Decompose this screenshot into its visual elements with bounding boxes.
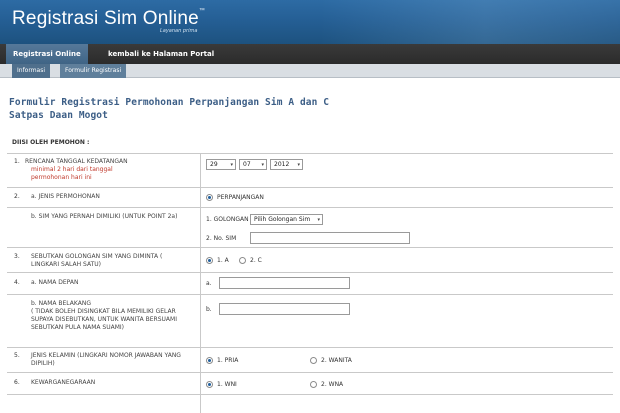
month-value: 07 <box>243 161 251 168</box>
label-wanita: 2. WANITA <box>321 357 352 364</box>
label-wni: 1. WNI <box>217 381 237 388</box>
label-no-sim: 2. No. SIM <box>206 235 237 242</box>
radio-wanita[interactable] <box>310 357 317 364</box>
field-prefix-a: a. <box>206 280 212 287</box>
nama-belakang-input[interactable] <box>219 303 350 315</box>
main-content: Formulir Registrasi Permohonan Perpanjan… <box>0 78 620 413</box>
form-title-line1: Formulir Registrasi Permohonan Perpanjan… <box>9 97 330 108</box>
subnav-informasi[interactable]: Informasi <box>12 64 51 78</box>
label-sim-dimiliki: b. SIM YANG PERNAH DIMILIKI (UNTUK POINT… <box>31 213 178 220</box>
label-pria: 1. PRIA <box>217 357 239 364</box>
radio-wni[interactable] <box>206 381 213 388</box>
month-select[interactable]: 07 ▾ <box>239 159 267 170</box>
label-tanggal: RENCANA TANGGAL KEDATANGAN <box>25 158 128 165</box>
label-nama-depan: a. NAMA DEPAN <box>31 279 79 286</box>
header-banner: Registrasi Sim Online™ Layanan prima <box>0 0 620 44</box>
app-title-text: Registrasi Sim Online <box>12 8 199 29</box>
dropdown-arrow-icon: ▾ <box>230 162 233 168</box>
golongan-value: Pilih Golongan Sim <box>254 216 311 223</box>
form-row-golongan-diminta: 3. SEBUTKAN GOLONGAN SIM YANG DIMINTA ( … <box>7 248 613 273</box>
primary-nav: Registrasi Online kembali ke Halaman Por… <box>0 44 620 64</box>
section-header: DIISI OLEH PEMOHON : <box>12 139 90 146</box>
dropdown-arrow-icon: ▾ <box>261 162 264 168</box>
field-prefix-b: b. <box>206 306 212 313</box>
label-kewarganegaraan: KEWARGANEGARAAN <box>31 379 96 386</box>
label-wna: 2. WNA <box>321 381 344 388</box>
form-title: Formulir Registrasi Permohonan Perpanjan… <box>9 96 329 122</box>
form-row-jenis-kelamin: 5. JENIS KELAMIN (LINGKARI NOMOR JAWABAN… <box>7 348 613 373</box>
label-jenis-kelamin: JENIS KELAMIN (LINGKARI NOMOR JAWABAN YA… <box>31 352 181 367</box>
form-row-kewarganegaraan: 6. KEWARGANEGARAAN 1. WNI 2. WNA <box>7 373 613 395</box>
row-number: 2. <box>14 193 20 200</box>
nama-belakang-label-block: b. NAMA BELAKANG ( TIDAK BOLEH DISINGKAT… <box>31 300 181 332</box>
secondary-nav: Informasi Formulir Registrasi <box>0 64 620 78</box>
row-number: 3. <box>14 253 20 260</box>
radio-perpanjangan[interactable] <box>206 194 213 201</box>
subnav-formulir-registrasi[interactable]: Formulir Registrasi <box>60 64 127 78</box>
day-select[interactable]: 29 ▾ <box>206 159 236 170</box>
trademark-mark: ™ <box>198 8 206 14</box>
no-sim-input[interactable] <box>250 232 410 244</box>
label-golongan: 1. GOLONGAN <box>206 216 249 223</box>
year-select[interactable]: 2012 ▾ <box>270 159 303 170</box>
note-minimal: minimal 2 hari dari tanggal permohonan h… <box>31 166 113 181</box>
nav-kembali-portal[interactable]: kembali ke Halaman Portal <box>101 44 221 64</box>
label-sim-a: 1. A <box>217 257 229 264</box>
day-value: 29 <box>210 161 218 168</box>
form-row-nama-depan: 4. a. NAMA DEPAN a. <box>7 273 613 295</box>
form-title-line2: Satpas Daan Mogot <box>9 110 108 121</box>
app-title: Registrasi Sim Online™ <box>12 8 205 30</box>
row-number: 6. <box>14 379 20 386</box>
row-number: 4. <box>14 279 20 286</box>
golongan-select[interactable]: Pilih Golongan Sim ▾ <box>250 214 323 225</box>
form-table: 1. RENCANA TANGGAL KEDATANGAN minimal 2 … <box>7 153 613 413</box>
form-row-nama-belakang: b. NAMA BELAKANG ( TIDAK BOLEH DISINGKAT… <box>7 295 613 348</box>
dropdown-arrow-icon: ▾ <box>297 162 300 168</box>
label-golongan-diminta: SEBUTKAN GOLONGAN SIM YANG DIMINTA ( LIN… <box>31 253 163 268</box>
radio-pria[interactable] <box>206 357 213 364</box>
form-row-tanggal: 1. RENCANA TANGGAL KEDATANGAN minimal 2 … <box>7 153 613 188</box>
radio-wna[interactable] <box>310 381 317 388</box>
form-row-sim-dimiliki: b. SIM YANG PERNAH DIMILIKI (UNTUK POINT… <box>7 208 613 248</box>
app-subtitle: Layanan prima <box>160 28 198 34</box>
dropdown-arrow-icon: ▾ <box>317 217 320 223</box>
label-perpanjangan: PERPANJANGAN <box>217 194 264 201</box>
radio-sim-c[interactable] <box>239 257 246 264</box>
row-number: 1. <box>14 158 20 165</box>
hint-nama-belakang: ( TIDAK BOLEH DISINGKAT BILA MEMILIKI GE… <box>31 308 177 331</box>
label-nama-belakang: b. NAMA BELAKANG <box>31 300 91 307</box>
year-value: 2012 <box>274 161 290 168</box>
row-label: RENCANA TANGGAL KEDATANGAN minimal 2 har… <box>25 158 190 182</box>
nav-registrasi-online[interactable]: Registrasi Online <box>6 44 88 64</box>
row-number: 5. <box>14 352 20 359</box>
label-jenis-permohonan: a. JENIS PERMOHONAN <box>31 193 100 200</box>
label-sim-c: 2. C <box>250 257 262 264</box>
banner-decoration <box>320 0 620 44</box>
radio-sim-a[interactable] <box>206 257 213 264</box>
form-row-jenis-permohonan: 2. a. JENIS PERMOHONAN PERPANJANGAN <box>7 188 613 208</box>
nama-depan-input[interactable] <box>219 277 350 289</box>
